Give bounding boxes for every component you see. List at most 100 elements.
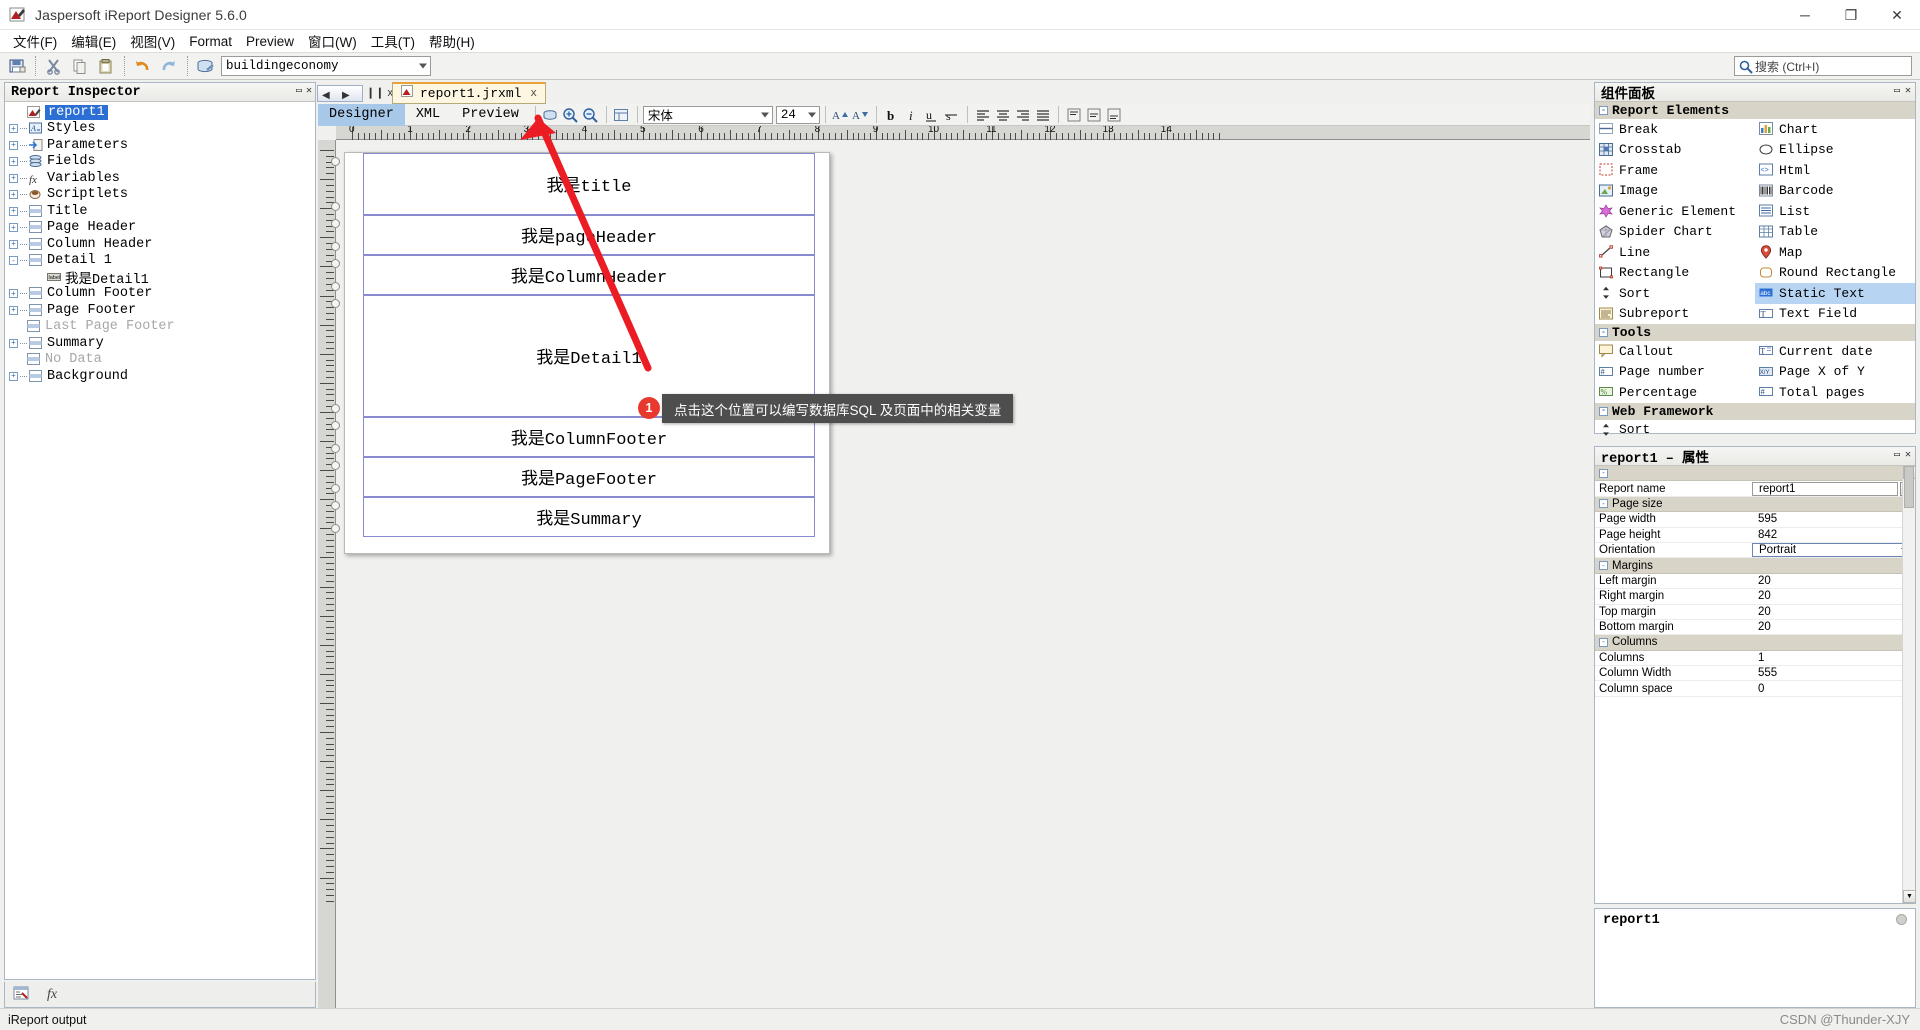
collapse-icon[interactable]: -: [1599, 106, 1608, 115]
collapse-icon[interactable]: -: [1599, 328, 1608, 337]
band-column-footer[interactable]: 我是ColumnFooter: [363, 417, 815, 457]
palette-item-round-rectangle[interactable]: Round Rectangle: [1755, 263, 1915, 284]
expand-icon[interactable]: +: [9, 140, 18, 150]
palette-item-percentage[interactable]: % Percentage: [1595, 382, 1755, 403]
align-left-icon[interactable]: [973, 105, 993, 124]
scrollbar-thumb[interactable]: [1904, 466, 1914, 508]
palette-item-list[interactable]: List: [1755, 201, 1915, 222]
design-canvas[interactable]: 0 1 2 3 4 5 6 7 8 9 10 11 12 13 14 我是title 我是pageHeader…: [318, 126, 1590, 1008]
band-page-header[interactable]: 我是pageHeader: [363, 215, 815, 255]
underline-icon[interactable]: u: [922, 105, 942, 124]
properties-close-icon[interactable]: ✕: [1905, 449, 1911, 461]
align-right-icon[interactable]: [1013, 105, 1033, 124]
inspector-close-icon[interactable]: ✕: [306, 85, 312, 97]
tree-item-parameters[interactable]: + Parameters: [5, 137, 315, 154]
property-value[interactable]: 842: [1752, 529, 1915, 541]
band-handle[interactable]: [327, 299, 343, 413]
zoom-in-icon[interactable]: [561, 105, 581, 124]
expand-icon[interactable]: +: [9, 239, 18, 249]
palette-item-image[interactable]: Image: [1595, 181, 1755, 202]
search-input[interactable]: 搜索 (Ctrl+I): [1734, 56, 1912, 76]
tree-item-detail-1[interactable]: - Detail 1: [5, 253, 315, 270]
editor-nav-buttons[interactable]: ◀ ▶: [317, 85, 363, 102]
datasource-combo[interactable]: buildingeconomy: [221, 56, 431, 76]
band-handle[interactable]: [327, 461, 343, 493]
band-handle-dot[interactable]: [330, 202, 340, 211]
tree-item-page-footer[interactable]: + Page Footer: [5, 302, 315, 319]
valign-bottom-icon[interactable]: [1104, 105, 1124, 124]
palette-item-frame[interactable]: Frame: [1595, 160, 1755, 181]
band-handle-dot[interactable]: [330, 282, 340, 291]
property-value[interactable]: report1: [1752, 481, 1898, 496]
property-group-row[interactable]: - Margins: [1595, 558, 1915, 574]
minimize-button[interactable]: ─: [1782, 0, 1828, 30]
property-row[interactable]: Report namereport1...: [1595, 481, 1915, 497]
property-row[interactable]: Top margin 20: [1595, 605, 1915, 620]
close-button[interactable]: ✕: [1874, 0, 1920, 30]
band-title[interactable]: 我是title: [363, 153, 815, 215]
increase-font-icon[interactable]: A: [831, 105, 851, 124]
palette-item-ellipse[interactable]: Ellipse: [1755, 140, 1915, 161]
document-tab-close-icon[interactable]: x: [530, 88, 537, 100]
band-handle[interactable]: [327, 259, 343, 291]
palette-item-barcode[interactable]: Barcode: [1755, 181, 1915, 202]
font-size-combo[interactable]: 24: [775, 105, 820, 124]
band-summary[interactable]: 我是Summary: [363, 497, 815, 537]
expand-icon[interactable]: +: [9, 371, 18, 381]
tree-item-variables[interactable]: + fx Variables: [5, 170, 315, 187]
expand-icon[interactable]: +: [9, 124, 18, 134]
palette-item-callout[interactable]: Callout: [1595, 341, 1755, 362]
tree-item-last-page-footer[interactable]: Last Page Footer: [5, 319, 315, 336]
expressions-icon[interactable]: fx: [46, 985, 63, 1004]
valign-middle-icon[interactable]: [1084, 105, 1104, 124]
strikethrough-icon[interactable]: s: [942, 105, 962, 124]
paste-icon[interactable]: [93, 54, 119, 78]
band-handle[interactable]: [327, 421, 343, 453]
palette-item-table[interactable]: Table: [1755, 222, 1915, 243]
tree-item-report1[interactable]: report1: [5, 104, 315, 121]
property-value[interactable]: 20: [1752, 575, 1915, 587]
palette-item-current-date[interactable]: T Current date: [1755, 341, 1915, 362]
tree-item-detail1[interactable]: label 我是Detail1: [5, 269, 315, 288]
palette-item-page-x-of-y[interactable]: X/Y Page X of Y: [1755, 362, 1915, 383]
property-row[interactable]: Right margin 20: [1595, 589, 1915, 605]
tab-xml[interactable]: XML: [405, 104, 451, 126]
tab-preview[interactable]: Preview: [451, 104, 530, 126]
band-handle-dot[interactable]: [330, 242, 340, 251]
expand-icon[interactable]: +: [9, 289, 18, 299]
property-value[interactable]: 20: [1752, 621, 1915, 633]
redo-icon[interactable]: [156, 54, 182, 78]
group-web-framework-header[interactable]: - Web Framework: [1595, 402, 1915, 420]
collapse-icon[interactable]: -: [9, 256, 18, 266]
palette-item-total-pages[interactable]: # Total pages: [1755, 382, 1915, 403]
property-value[interactable]: 0: [1752, 683, 1915, 695]
palette-item-map[interactable]: Map: [1755, 242, 1915, 263]
collapse-icon[interactable]: -: [1599, 406, 1608, 416]
property-value[interactable]: 555: [1752, 667, 1915, 679]
menu-preview[interactable]: Preview: [239, 32, 301, 51]
tree-item-page-header[interactable]: + Page Header: [5, 220, 315, 237]
expand-icon[interactable]: +: [9, 173, 18, 183]
tree-item-column-footer[interactable]: + Column Footer: [5, 286, 315, 303]
decrease-font-icon[interactable]: A: [851, 105, 871, 124]
palette-item-sort[interactable]: Sort: [1595, 420, 1755, 441]
menu-view[interactable]: 视图(V): [123, 29, 182, 53]
palette-item-page-number[interactable]: # Page number: [1595, 362, 1755, 383]
band-handle[interactable]: [327, 501, 343, 533]
tab-designer[interactable]: Designer: [318, 103, 405, 126]
palette-item-sort[interactable]: Sort: [1595, 283, 1755, 304]
property-row[interactable]: Orientation Portrait: [1595, 543, 1915, 559]
editor-window-buttons[interactable]: ❙❙ x: [366, 86, 393, 99]
expand-icon[interactable]: +: [9, 305, 18, 315]
expand-icon[interactable]: +: [9, 338, 18, 348]
tree-item-scriptlets[interactable]: + Scriptlets: [5, 187, 315, 204]
band-handle-dot[interactable]: [330, 299, 340, 308]
band-handle-dot[interactable]: [330, 404, 340, 413]
palette-item-subreport[interactable]: Subreport: [1595, 304, 1755, 325]
property-value[interactable]: 20: [1752, 590, 1915, 602]
palette-item-break[interactable]: Break: [1595, 119, 1755, 140]
property-group-row[interactable]: - Columns: [1595, 635, 1915, 651]
palette-item-rectangle[interactable]: Rectangle: [1595, 263, 1755, 284]
properties-float-button[interactable]: ▭: [1894, 449, 1900, 461]
palette-item-spider-chart[interactable]: Spider Chart: [1595, 222, 1755, 243]
